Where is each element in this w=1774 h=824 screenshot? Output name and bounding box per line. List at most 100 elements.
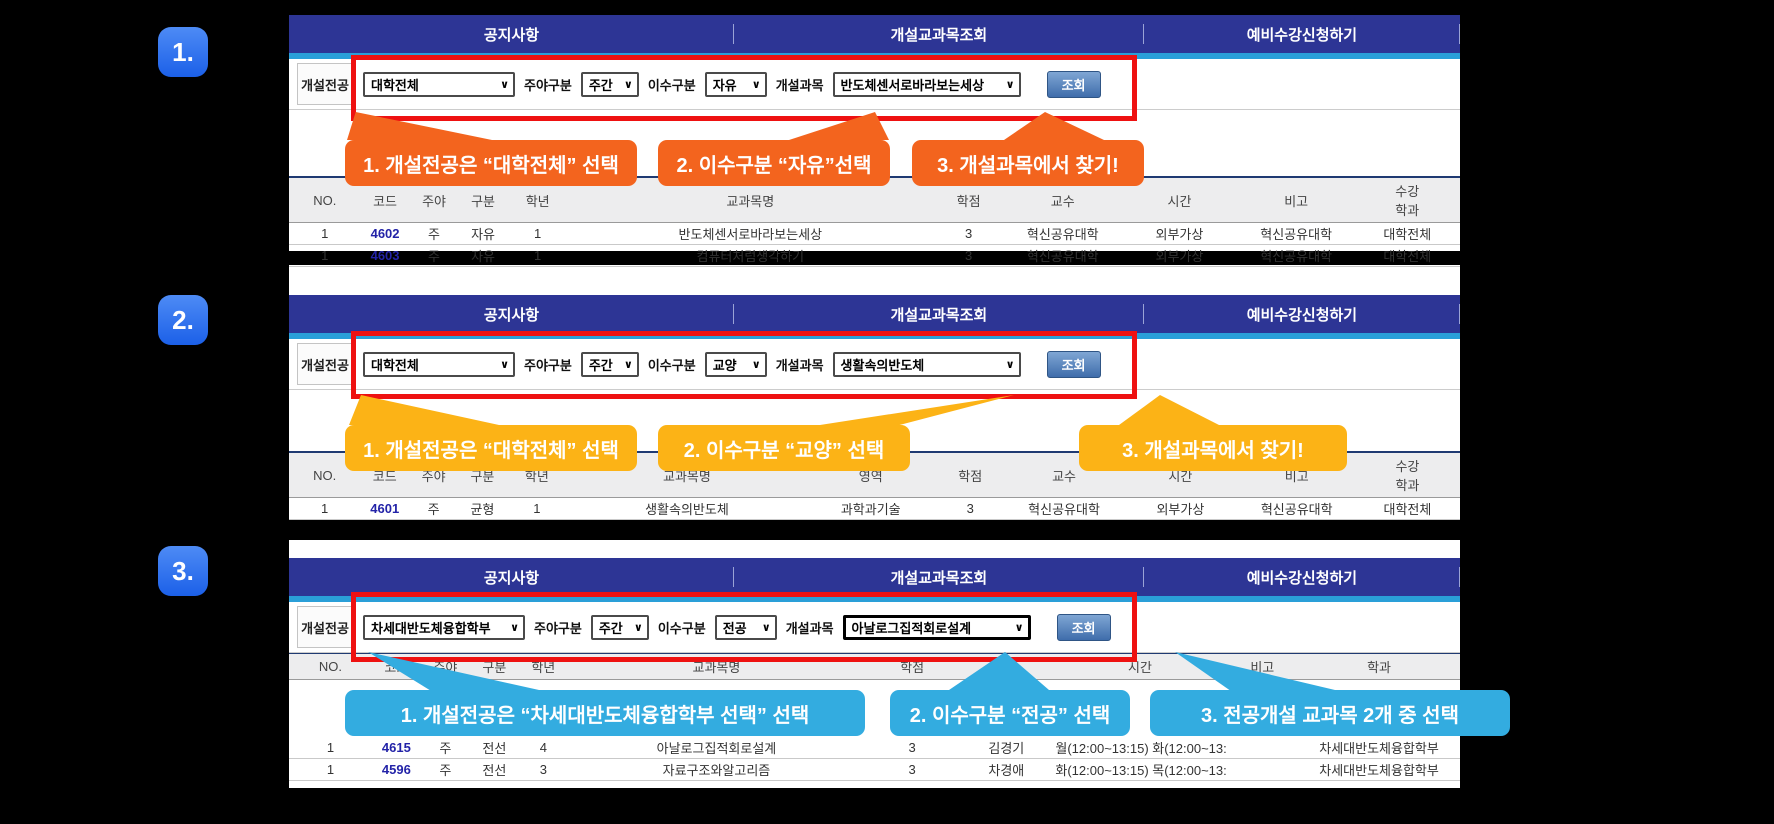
- table-row: 14603주자유1컴퓨터처럼생각하기3혁신공유대학외부가상혁신공유대학대학전체: [289, 245, 1460, 267]
- nav-tab-notice[interactable]: 공지사항: [289, 558, 734, 596]
- search-button[interactable]: 조회: [1057, 614, 1111, 641]
- chevron-down-icon: ∨: [624, 78, 633, 91]
- course-label: 개설과목: [776, 75, 824, 94]
- search-button[interactable]: 조회: [1047, 71, 1101, 98]
- nav-label: 개설교과목조회: [891, 304, 988, 325]
- nav-tab-pre-registration[interactable]: 예비수강신청하기: [1144, 558, 1460, 596]
- step-badge-1: 1.: [158, 27, 208, 77]
- select-value: 주간: [599, 618, 623, 637]
- step-badge-3: 3.: [158, 546, 208, 596]
- nav-label: 개설교과목조회: [891, 24, 988, 45]
- chevron-down-icon: ∨: [1006, 78, 1015, 91]
- major-label: 개설전공: [297, 343, 353, 385]
- select-value: 생활속의반도체: [841, 355, 925, 374]
- select-value: 차세대반도체융합학부: [371, 618, 491, 637]
- top-nav: 공지사항 개설교과목조회 예비수강신청하기: [289, 558, 1460, 596]
- course-select[interactable]: 반도체센서로바라보는세상∨: [833, 72, 1021, 97]
- nav-tab-notice[interactable]: 공지사항: [289, 295, 734, 333]
- nav-label: 예비수강신청하기: [1247, 24, 1357, 45]
- callout-tail: [1119, 395, 1219, 425]
- table-row: 14596주전선3자료구조와알고리즘3차경애화(12:00~13:15) 목(1…: [289, 759, 1460, 781]
- nav-tab-course-search[interactable]: 개설교과목조회: [734, 558, 1144, 596]
- nav-tab-notice[interactable]: 공지사항: [289, 15, 734, 53]
- callout-step1: 1. 개설전공은 “차세대반도체융합학부 선택” 선택: [345, 690, 865, 736]
- column-header: 수강 학과: [1355, 177, 1461, 223]
- table-cell: 자유: [459, 223, 508, 245]
- panel-top-gap: [289, 265, 1460, 295]
- table-cell: 1: [289, 223, 361, 245]
- table-cell: 3: [933, 223, 1005, 245]
- select-value: 대학전체: [371, 355, 419, 374]
- chevron-down-icon: ∨: [500, 78, 509, 91]
- table-row: 14602주자유1반도체센서로바라보는세상3혁신공유대학외부가상혁신공유대학대학…: [289, 223, 1460, 245]
- course-label: 개설과목: [786, 618, 834, 637]
- category-select[interactable]: 교양∨: [705, 352, 767, 377]
- table-cell: 아날로그집적회로설계: [568, 737, 865, 759]
- chevron-down-icon: ∨: [752, 78, 761, 91]
- chevron-down-icon: ∨: [762, 621, 771, 634]
- select-value: 아날로그집적회로설계: [852, 618, 972, 637]
- nav-tab-course-search[interactable]: 개설교과목조회: [734, 15, 1144, 53]
- top-nav: 공지사항 개설교과목조회 예비수강신청하기: [289, 295, 1460, 333]
- category-select[interactable]: 자유∨: [705, 72, 767, 97]
- nav-tab-course-search[interactable]: 개설교과목조회: [734, 295, 1144, 333]
- table-cell: 혁신공유대학: [1004, 223, 1121, 245]
- column-header: 수강 학과: [1355, 452, 1460, 498]
- chevron-down-icon: ∨: [500, 358, 509, 371]
- select-value: 교양: [713, 355, 737, 374]
- nav-label: 예비수강신청하기: [1247, 304, 1357, 325]
- day-select[interactable]: 주간 ∨: [591, 615, 649, 640]
- table-cell: 외부가상: [1122, 498, 1238, 520]
- major-label: 개설전공: [297, 606, 353, 648]
- major-select[interactable]: 차세대반도체융합학부∨: [363, 615, 525, 640]
- screenshot-panel-step2: 공지사항 개설교과목조회 예비수강신청하기 개설전공 대학전체∨ 주야구분 주간…: [289, 265, 1460, 520]
- select-value: 전공: [723, 618, 747, 637]
- table-cell: 1: [289, 245, 361, 267]
- category-label: 이수구분: [658, 618, 706, 637]
- table-cell: 차경애: [959, 759, 1053, 781]
- course-search-form: 개설전공 대학전체∨ 주야구분 주간∨ 이수구분 자유∨ 개설과목 반도체센서로…: [289, 59, 1460, 110]
- table-cell: 1: [508, 245, 568, 267]
- category-label: 이수구분: [648, 355, 696, 374]
- day-label: 주야구분: [524, 75, 572, 94]
- major-select[interactable]: 대학전체 ∨: [363, 72, 515, 97]
- course-code-link[interactable]: 4602: [361, 223, 410, 245]
- day-select[interactable]: 주간∨: [581, 352, 639, 377]
- search-button[interactable]: 조회: [1047, 351, 1101, 378]
- table-cell: 월(12:00~13:15) 화(12:00~13:15): [1053, 737, 1226, 759]
- table-cell: 3: [865, 737, 959, 759]
- select-value: 주간: [589, 75, 613, 94]
- table-cell: 대학전체: [1355, 498, 1460, 520]
- table-cell: 외부가상: [1121, 223, 1238, 245]
- callout-step3: 3. 개설과목에서 찾기!: [1079, 425, 1347, 471]
- table-cell: 반도체센서로바라보는세상: [568, 223, 933, 245]
- table-cell: 4: [519, 737, 568, 759]
- course-code-link[interactable]: 4615: [372, 737, 421, 759]
- course-select[interactable]: 생활속의반도체∨: [833, 352, 1021, 377]
- table-cell: 대학전체: [1355, 245, 1461, 267]
- course-code-link[interactable]: 4596: [372, 759, 421, 781]
- course-code-link[interactable]: 4601: [360, 498, 409, 520]
- table-cell: 3: [519, 759, 568, 781]
- chevron-down-icon: ∨: [634, 621, 643, 634]
- category-select[interactable]: 전공 ∨: [715, 615, 777, 640]
- nav-label: 공지사항: [484, 304, 539, 325]
- table-cell: 전선: [470, 737, 519, 759]
- table-row: 14615주전선4아날로그집적회로설계3김경기월(12:00~13:15) 화(…: [289, 737, 1460, 759]
- step-badge-2: 2.: [158, 295, 208, 345]
- nav-tab-pre-registration[interactable]: 예비수강신청하기: [1144, 15, 1460, 53]
- table-cell: 주: [410, 245, 459, 267]
- major-select[interactable]: 대학전체 ∨: [363, 352, 515, 377]
- select-value: 대학전체: [371, 75, 419, 94]
- table-cell: [1227, 759, 1299, 781]
- day-select[interactable]: 주간 ∨: [581, 72, 639, 97]
- day-label: 주야구분: [534, 618, 582, 637]
- chevron-down-icon: ∨: [624, 358, 633, 371]
- nav-tab-pre-registration[interactable]: 예비수강신청하기: [1144, 295, 1460, 333]
- callout-step1: 1. 개설전공은 “대학전체” 선택: [345, 140, 637, 186]
- course-select[interactable]: 아날로그집적회로설계 ∨: [843, 615, 1031, 640]
- course-search-form: 개설전공 차세대반도체융합학부∨ 주야구분 주간∨ 이수구분 전공∨ 개설과목 …: [289, 602, 1460, 653]
- nav-label: 개설교과목조회: [891, 567, 988, 588]
- chevron-down-icon: ∨: [1015, 621, 1024, 634]
- course-code-link[interactable]: 4603: [361, 245, 410, 267]
